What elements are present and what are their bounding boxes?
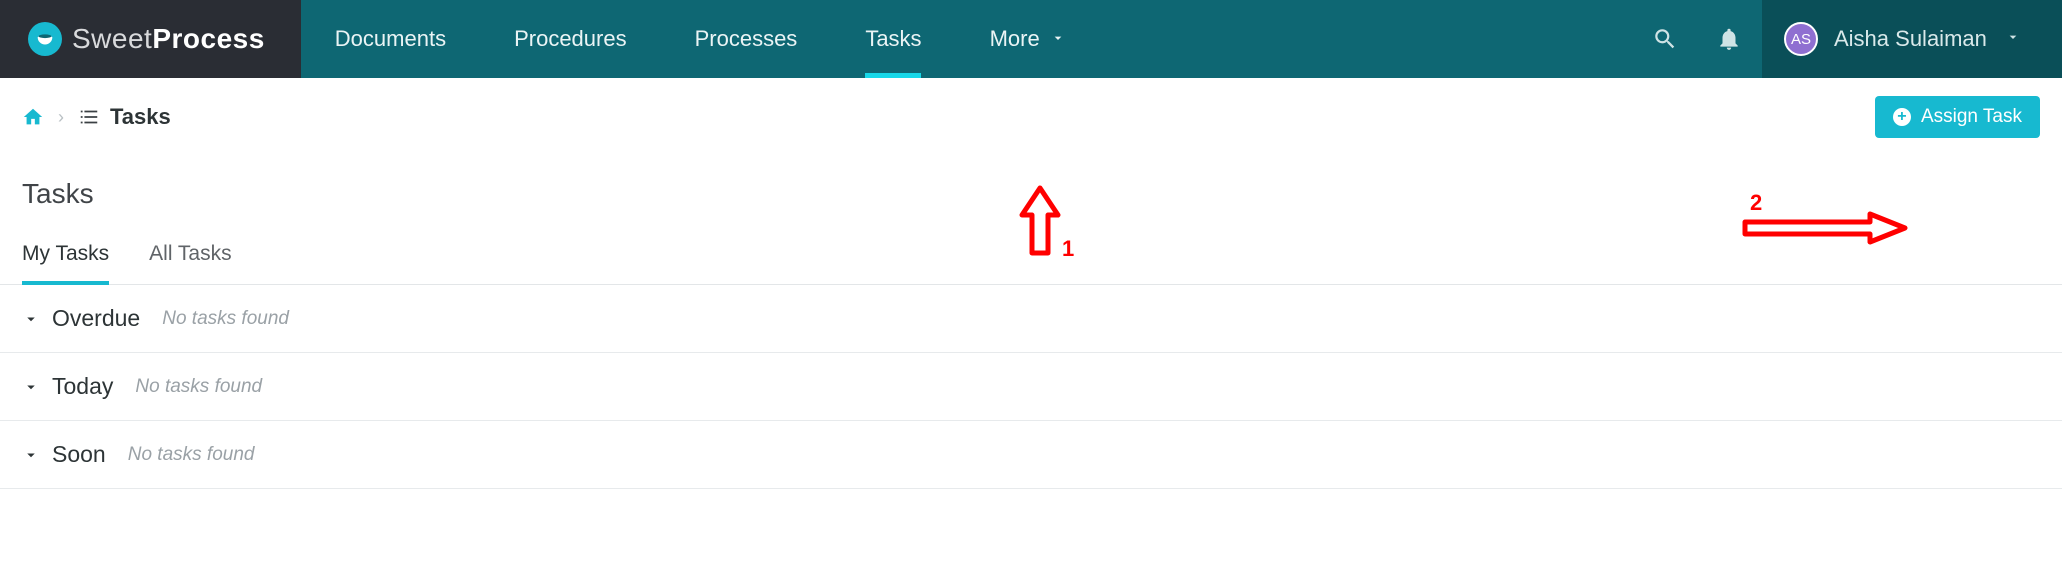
- section-soon-empty: No tasks found: [128, 444, 255, 466]
- section-soon: Soon No tasks found: [0, 421, 2062, 489]
- tab-my-tasks[interactable]: My Tasks: [22, 228, 109, 284]
- nav-documents[interactable]: Documents: [301, 0, 480, 78]
- tabs: My Tasks All Tasks: [0, 228, 2062, 285]
- nav-tasks[interactable]: Tasks: [831, 0, 955, 78]
- logo-text: SweetProcess: [72, 23, 265, 55]
- chevron-down-icon: [2005, 29, 2021, 50]
- bell-icon[interactable]: [1716, 26, 1742, 52]
- nav-processes[interactable]: Processes: [661, 0, 832, 78]
- logo[interactable]: SweetProcess: [0, 0, 301, 78]
- tab-all-tasks[interactable]: All Tasks: [149, 228, 231, 284]
- section-today-empty: No tasks found: [135, 376, 262, 398]
- nav-items: Documents Procedures Processes Tasks Mor…: [301, 0, 1100, 78]
- logo-icon: [28, 22, 62, 56]
- chevron-down-icon[interactable]: [22, 310, 40, 328]
- section-soon-title[interactable]: Soon: [52, 441, 106, 468]
- user-menu[interactable]: AS Aisha Sulaiman: [1762, 0, 2062, 78]
- avatar: AS: [1784, 22, 1818, 56]
- nav-more[interactable]: More: [956, 0, 1100, 78]
- breadcrumb-current: Tasks: [110, 104, 171, 130]
- chevron-down-icon[interactable]: [22, 378, 40, 396]
- top-nav: SweetProcess Documents Procedures Proces…: [0, 0, 2062, 78]
- search-icon[interactable]: [1652, 26, 1678, 52]
- section-today: Today No tasks found: [0, 353, 2062, 421]
- assign-task-button[interactable]: + Assign Task: [1875, 96, 2040, 138]
- breadcrumb-separator: ›: [58, 107, 64, 128]
- chevron-down-icon[interactable]: [22, 446, 40, 464]
- breadcrumb-row: › Tasks + Assign Task: [0, 78, 2062, 148]
- nav-procedures[interactable]: Procedures: [480, 0, 661, 78]
- section-overdue-empty: No tasks found: [162, 308, 289, 330]
- plus-circle-icon: +: [1893, 108, 1911, 126]
- annotation-label-2: 2: [1750, 190, 1762, 216]
- section-overdue: Overdue No tasks found: [0, 285, 2062, 353]
- section-today-title[interactable]: Today: [52, 373, 113, 400]
- annotation-label-1: 1: [1062, 236, 1074, 262]
- user-name: Aisha Sulaiman: [1834, 26, 1987, 52]
- page-title: Tasks: [0, 148, 2062, 228]
- tasks-list-icon: [78, 106, 100, 128]
- section-overdue-title[interactable]: Overdue: [52, 305, 140, 332]
- nav-icons: [1652, 0, 1762, 78]
- chevron-down-icon: [1050, 26, 1066, 52]
- home-icon[interactable]: [22, 106, 44, 128]
